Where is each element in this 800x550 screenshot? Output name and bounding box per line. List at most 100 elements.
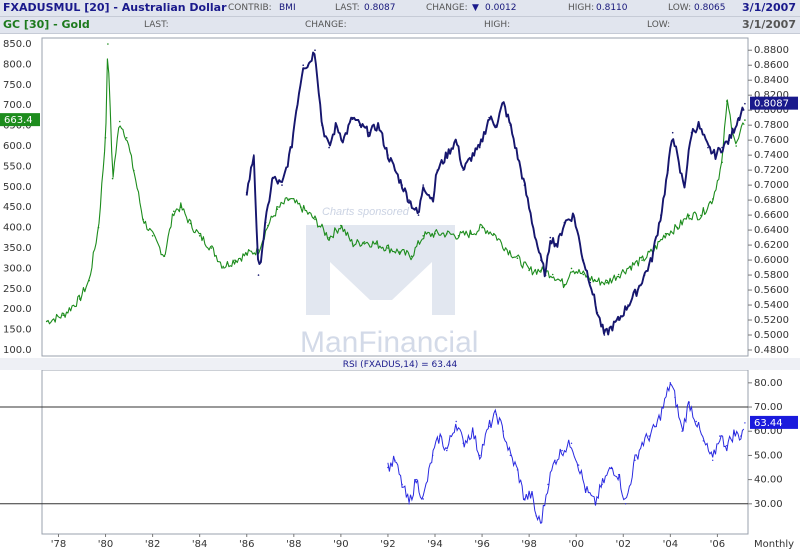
right-axis-tick-label: 0.6200	[754, 240, 789, 251]
rsi-data-point	[387, 466, 389, 469]
x-axis-tick-label: '80	[98, 539, 113, 550]
data-point-right	[523, 184, 526, 186]
change-value: 0.0012	[485, 3, 517, 13]
data-point-left	[276, 208, 279, 210]
data-point-right	[257, 274, 260, 276]
gold-low-label: LOW:	[647, 20, 671, 30]
left-axis-tick-label: 550.0	[3, 161, 32, 172]
data-point-right	[671, 131, 674, 134]
data-point-right	[495, 124, 498, 126]
data-point-right	[556, 244, 559, 246]
data-point-left	[151, 235, 154, 237]
date-gold: 3/1/2007	[742, 18, 796, 31]
right-axis-tick-label: 0.6800	[754, 195, 789, 206]
data-point-left	[104, 137, 107, 139]
data-point-right	[264, 221, 267, 224]
data-point-right	[302, 64, 305, 66]
rsi-axis-tick-label: 40.00	[754, 475, 783, 486]
data-point-left	[88, 279, 90, 282]
data-point-right	[549, 236, 552, 239]
gold-last-label: LAST:	[144, 20, 169, 30]
x-axis-tick-label: '06	[710, 539, 725, 550]
watermark-sponsor-text: Charts sponsored	[322, 206, 410, 218]
left-axis-tick-label: 600.0	[3, 141, 32, 152]
data-point-left	[711, 198, 714, 200]
data-point-right	[627, 304, 629, 306]
rsi-data-point	[479, 454, 481, 457]
data-point-right	[573, 214, 575, 216]
data-point-right	[290, 146, 293, 149]
data-point-right	[582, 259, 585, 261]
data-point-right	[417, 214, 420, 216]
rsi-data-point	[719, 435, 721, 437]
data-point-right	[387, 154, 389, 156]
rsi-data-point	[733, 432, 735, 435]
rsi-data-point	[740, 435, 742, 437]
data-point-right	[690, 131, 693, 134]
left-axis-tick-label: 450.0	[3, 202, 32, 213]
data-point-left	[245, 253, 248, 255]
data-point-left	[446, 232, 448, 235]
rsi-title: RSI (FXADUS,14) = 63.44	[343, 360, 458, 370]
data-point-right	[610, 326, 613, 329]
data-point-left	[133, 169, 135, 172]
rsi-data-point	[422, 498, 424, 500]
data-point-right	[446, 154, 448, 156]
left-axis-tick-label: 500.0	[3, 182, 32, 193]
data-point-right	[502, 101, 505, 104]
data-point-right	[431, 199, 434, 201]
left-axis-tick-label: 700.0	[3, 100, 32, 111]
rsi-data-point	[540, 522, 542, 524]
rsi-data-point	[662, 406, 664, 408]
right-axis-tick-label: 0.5000	[754, 330, 789, 341]
data-point-left	[481, 226, 483, 229]
watermark-logo: Charts sponsored ManFinancial	[300, 206, 478, 359]
left-axis-tick-label: 200.0	[3, 304, 32, 315]
right-axis-tick-label: 0.5600	[754, 285, 789, 296]
rsi-data-point	[584, 488, 587, 490]
right-axis-tick-label: 0.6600	[754, 210, 789, 221]
rsi-data-point	[472, 430, 474, 432]
rsi-data-point	[726, 445, 728, 447]
data-point-right	[307, 64, 309, 66]
x-axis-tick-label: '94	[427, 539, 442, 550]
chart-area[interactable]: Charts sponsored ManFinancial 850.0 800.0…	[0, 34, 800, 550]
left-axis-tick-label: 300.0	[3, 263, 32, 274]
data-point-right	[617, 319, 620, 321]
data-point-left	[398, 251, 401, 253]
x-axis-tick-label: '96	[474, 539, 489, 550]
rsi-data-point	[594, 503, 596, 505]
data-point-right	[455, 139, 458, 141]
data-point-left	[363, 241, 366, 243]
symbol-title-gold[interactable]: GC [30] - Gold	[3, 18, 90, 31]
rsi-data-point	[495, 413, 497, 415]
data-point-left	[493, 232, 495, 235]
right-axis-tick-label: 0.5400	[754, 300, 789, 311]
data-point-left	[111, 177, 114, 180]
last-label: LAST:	[335, 3, 360, 13]
x-axis-tick-label: '00	[568, 539, 583, 550]
high-value: 0.8110	[596, 3, 628, 13]
data-point-right	[596, 311, 599, 314]
data-point-right	[683, 184, 686, 186]
data-point-right	[589, 281, 592, 284]
high-label: HIGH:	[568, 3, 595, 13]
rsi-data-point	[570, 442, 573, 444]
rsi-data-point	[617, 474, 620, 476]
rsi-data-point	[681, 430, 683, 432]
rsi-data-point	[516, 469, 519, 471]
data-point-right	[643, 274, 646, 276]
data-point-right	[394, 169, 396, 171]
data-point-left	[234, 259, 236, 262]
right-axis-tick-label: 0.6400	[754, 225, 789, 236]
data-point-left	[504, 247, 507, 249]
rsi-data-point	[488, 425, 490, 428]
x-axis-tick-label: '82	[145, 539, 160, 550]
data-point-left	[570, 267, 573, 270]
right-axis-tick-label: 0.7600	[754, 135, 789, 146]
symbol-title-fxadus[interactable]: FXADUSMUL [20] - Australian Dollar	[3, 1, 227, 14]
data-point-right	[679, 169, 681, 171]
data-point-left	[300, 206, 302, 208]
x-axis-tick-label: '04	[663, 539, 678, 550]
x-axis-tick-label: '92	[380, 539, 395, 550]
